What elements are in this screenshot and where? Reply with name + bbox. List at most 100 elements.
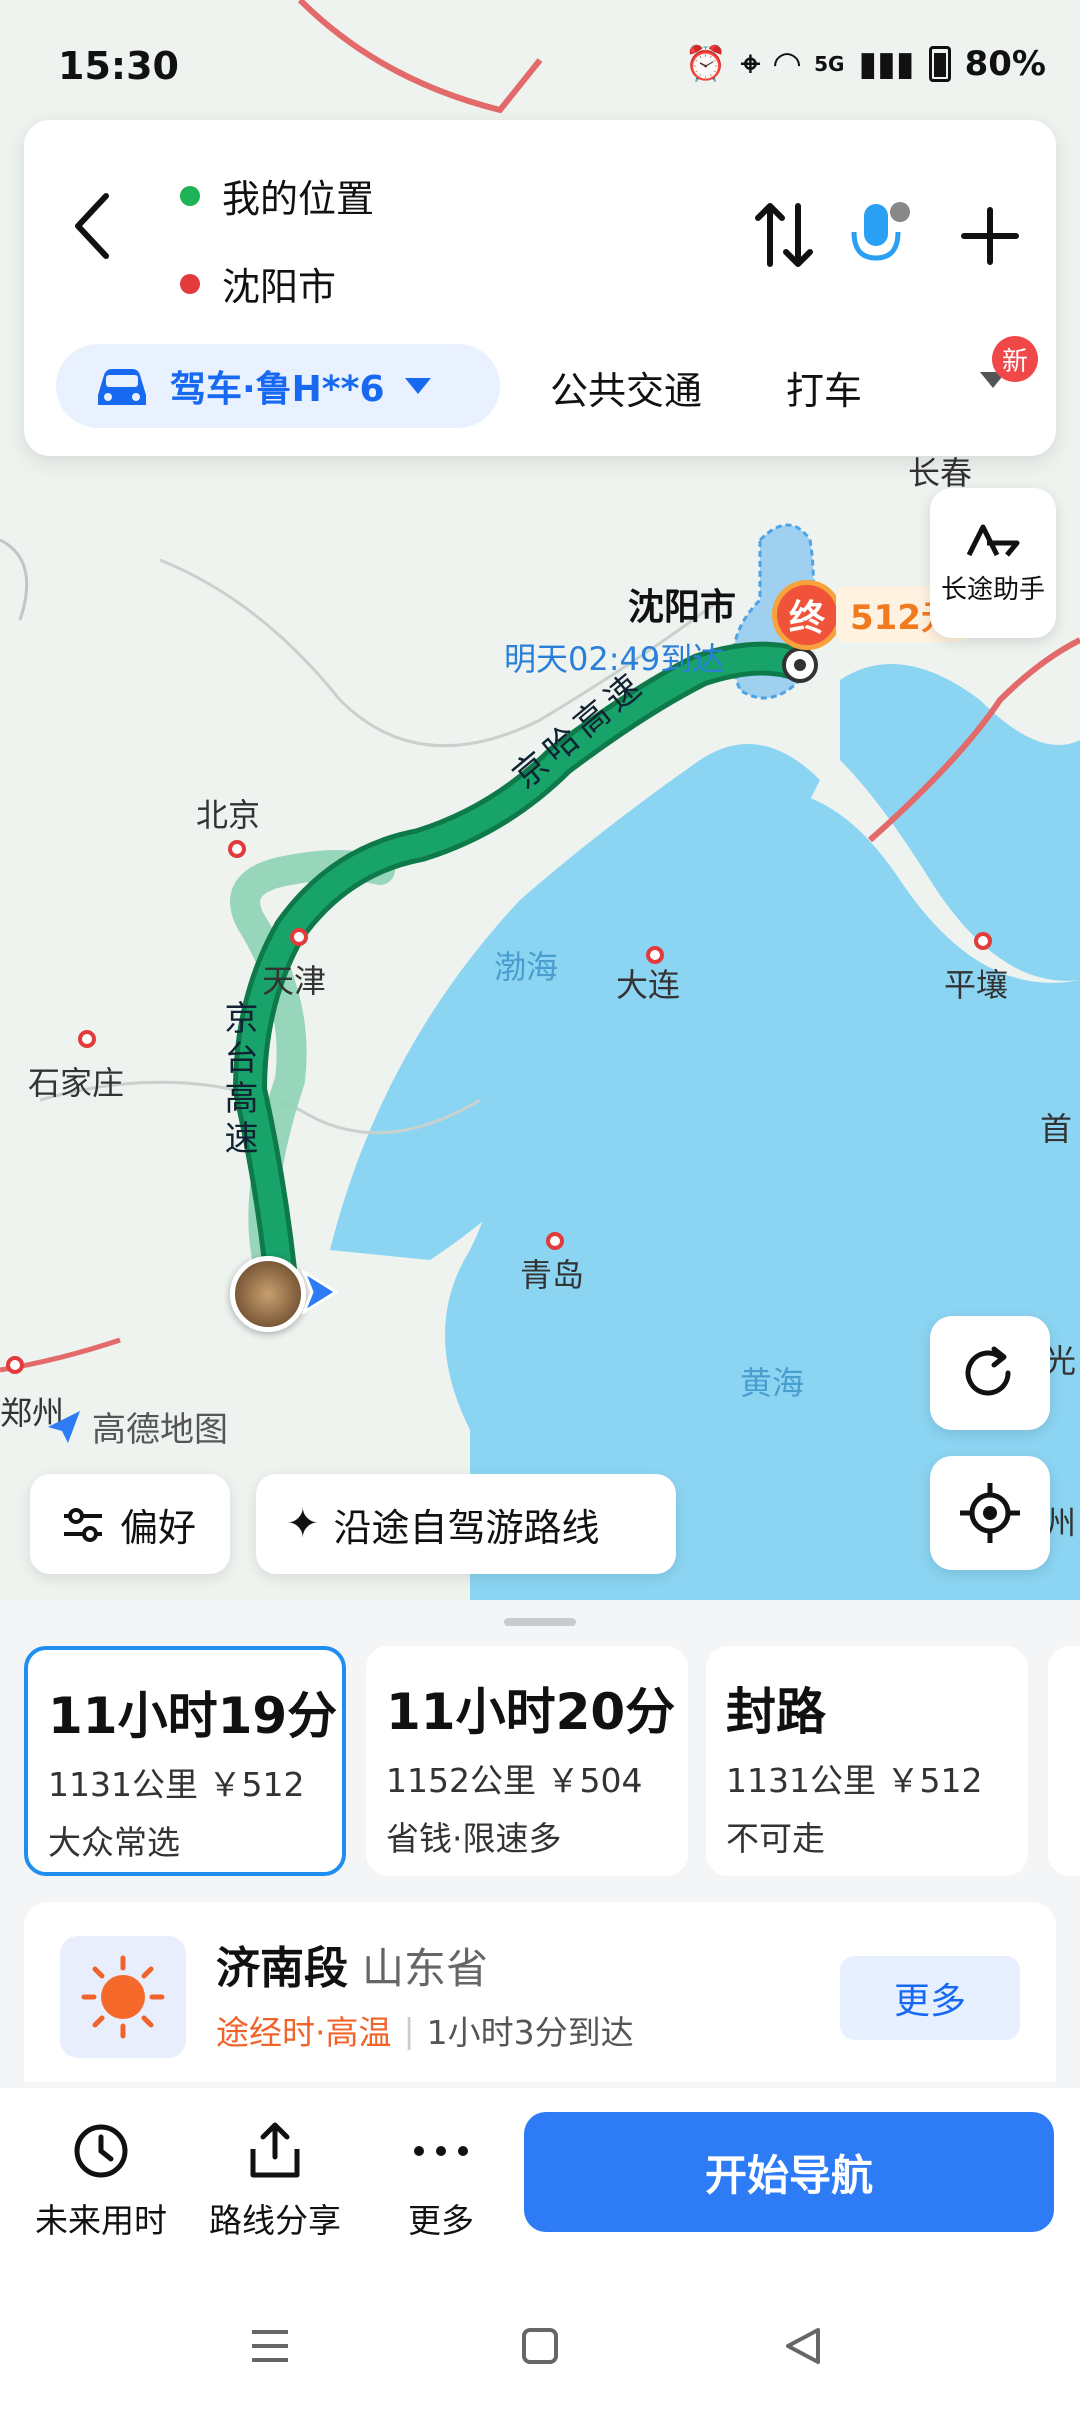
origin-dot — [180, 185, 200, 206]
refresh-icon — [965, 1346, 1011, 1396]
long-trip-icon — [966, 524, 1020, 557]
city-label: 石家庄 — [28, 1064, 125, 1102]
future-time-label: 未来用时 — [35, 2201, 167, 2240]
weather-segment-title: 济南段 山东省 — [216, 1932, 488, 1996]
status-icons: ⏰ ⌖ ◠ 5G ▮▮▮ 80% — [684, 44, 1046, 84]
back-icon[interactable] — [780, 2324, 824, 2368]
weather-province: 山东省 — [362, 1944, 489, 1993]
more-options-button[interactable]: 更多 — [356, 2108, 526, 2242]
tab-taxi[interactable]: 打车 — [786, 360, 862, 415]
long-trip-helper-button[interactable]: 长途助手 — [930, 488, 1056, 638]
route-planner-card: 我的位置 沈阳市 驾车·鲁H**6 公共交通 打车 新 — [24, 120, 1056, 456]
battery-icon — [928, 46, 951, 82]
amap-logo: 高德地图 — [44, 1402, 228, 1451]
sliders-icon — [64, 1508, 102, 1542]
separator: | — [403, 2010, 415, 2050]
drive-mode-label: 驾车·鲁H**6 — [170, 369, 385, 410]
battery-level: 80% — [964, 44, 1046, 84]
weather-warning: 途经时·高温 — [216, 2013, 392, 2052]
heading-arrow-icon — [301, 1270, 339, 1314]
menu-icon[interactable] — [248, 2326, 292, 2366]
future-time-button[interactable]: 未来用时 — [16, 2108, 186, 2242]
destination-label: 沈阳市 — [628, 587, 737, 628]
weather-more-button[interactable]: 更多 — [840, 1956, 1020, 2040]
car-icon — [98, 369, 146, 405]
locate-icon — [960, 1483, 1020, 1543]
route-tag: 不可走 — [726, 1819, 825, 1858]
voice-input-icon[interactable] — [844, 198, 914, 274]
route-distance-price: 1131公里 ￥512 — [726, 1761, 983, 1800]
home-icon[interactable] — [518, 2324, 562, 2368]
add-waypoint-icon[interactable] — [960, 206, 1020, 266]
sea-label: 渤海 — [494, 948, 559, 986]
destination-text: 沈阳市 — [222, 265, 337, 309]
highway-label: 京台高速 — [218, 1000, 258, 1160]
city-dot — [78, 1030, 96, 1048]
destination-field[interactable]: 沈阳市 — [180, 256, 336, 311]
route-duration: 11小时19分 — [48, 1687, 338, 1745]
city-label: 北京 — [196, 796, 261, 834]
arrival-time-label: 明天02:49到达 — [504, 640, 725, 678]
location-icon: ⌖ — [740, 44, 760, 84]
network-type: 5G — [814, 52, 845, 76]
route-tag: 省钱·限速多 — [386, 1819, 562, 1858]
route-duration: 11小时20分 — [386, 1683, 676, 1741]
new-badge: 新 — [992, 336, 1038, 382]
city-label: 天津 — [262, 962, 327, 1000]
status-bar: 15:30 ⏰ ⌖ ◠ 5G ▮▮▮ 80% — [0, 0, 1080, 130]
drive-mode-selector[interactable]: 驾车·鲁H**6 — [56, 344, 500, 428]
refresh-button[interactable] — [930, 1316, 1050, 1430]
origin-text: 我的位置 — [222, 177, 375, 221]
route-distance-price: 1131公里 ￥512 — [48, 1765, 305, 1804]
amap-logo-icon — [48, 1410, 80, 1443]
preference-label: 偏好 — [120, 1505, 197, 1550]
destination-dot — [180, 273, 200, 294]
share-icon — [250, 2122, 300, 2178]
chevron-down-icon — [404, 378, 431, 394]
back-arrow-icon[interactable] — [72, 192, 112, 260]
signal-icon: ▮▮▮ — [858, 44, 915, 84]
system-navigation-bar — [0, 2288, 1080, 2412]
end-marker[interactable]: 终 — [772, 580, 842, 650]
route-option-card-peek[interactable] — [1048, 1646, 1080, 1876]
sparkle-icon: ✦ — [286, 1501, 320, 1547]
sun-icon — [60, 1936, 186, 2058]
city-dot — [646, 946, 664, 964]
wifi-icon: ◠ — [773, 44, 801, 84]
alarm-icon: ⏰ — [684, 44, 727, 84]
route-duration: 封路 — [726, 1683, 826, 1741]
city-dot — [974, 932, 992, 950]
long-trip-helper-label: 长途助手 — [940, 574, 1045, 605]
clock-icon — [74, 2124, 128, 2178]
city-dot — [546, 1232, 564, 1250]
origin-field[interactable]: 我的位置 — [180, 168, 374, 223]
bottom-action-bar: 未来用时 路线分享 更多 开始导航 — [0, 2088, 1080, 2288]
city-label: 青岛 — [520, 1256, 585, 1294]
share-label: 路线分享 — [209, 2201, 341, 2240]
swap-icon[interactable] — [754, 200, 814, 270]
route-tag: 大众常选 — [48, 1823, 180, 1862]
weather-eta: 1小时3分到达 — [426, 2013, 634, 2052]
sea-label: 黄海 — [740, 1364, 805, 1402]
city-label: 大连 — [616, 966, 681, 1004]
share-route-button[interactable]: 路线分享 — [190, 2108, 360, 2242]
roadtrip-route-chip[interactable]: ✦ 沿途自驾游路线 — [256, 1474, 676, 1574]
route-option-card[interactable]: 封路 1131公里 ￥512 不可走 — [706, 1646, 1028, 1876]
weather-alert-card[interactable]: 济南段 山东省 途经时·高温 | 1小时3分到达 更多 — [24, 1902, 1056, 2082]
weather-segment: 济南段 — [216, 1943, 348, 1994]
route-option-card[interactable]: 11小时19分 1131公里 ￥512 大众常选 — [24, 1646, 346, 1876]
locate-me-button[interactable] — [930, 1456, 1050, 1570]
preference-chip[interactable]: 偏好 — [30, 1474, 230, 1574]
city-label: 首 — [1040, 1110, 1073, 1148]
city-label: 平壤 — [944, 966, 1009, 1004]
route-option-card[interactable]: 11小时20分 1152公里 ￥504 省钱·限速多 — [366, 1646, 688, 1876]
current-location-avatar[interactable] — [230, 1256, 306, 1332]
route-distance-price: 1152公里 ￥504 — [386, 1761, 643, 1800]
tab-public-transit[interactable]: 公共交通 — [550, 360, 702, 415]
city-dot — [290, 928, 308, 946]
sheet-drag-handle[interactable] — [504, 1618, 576, 1626]
more-dots-icon — [414, 2146, 468, 2156]
start-navigation-button[interactable]: 开始导航 — [524, 2112, 1054, 2232]
city-dot — [6, 1356, 24, 1374]
status-time: 15:30 — [58, 44, 179, 88]
